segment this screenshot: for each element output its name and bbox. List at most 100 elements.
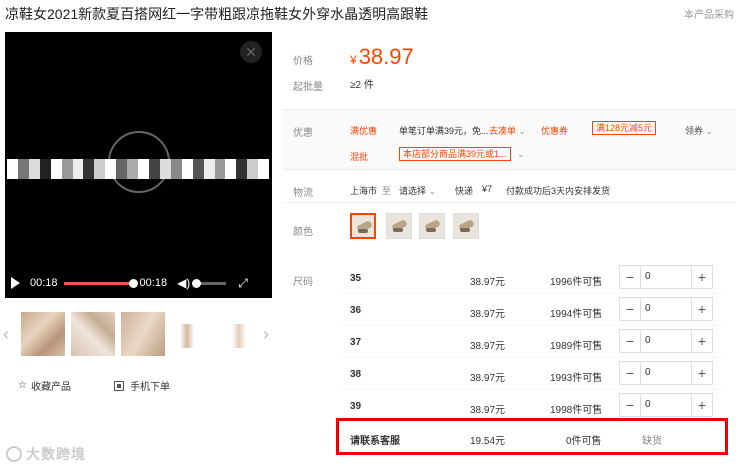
mobile-order-button[interactable]: 手机下单 (114, 378, 170, 393)
claim-coupon-link[interactable]: 领券 ⌄ (685, 124, 713, 137)
plus-icon[interactable]: + (692, 397, 712, 413)
volume-icon[interactable]: ◀) (177, 276, 190, 290)
qr-code-icon (114, 380, 124, 391)
coupon-box[interactable]: 满128元减5元 (592, 121, 657, 135)
promo-description: 单笔订单满39元，免... (399, 126, 489, 136)
video-controls: 00:18 00:18 ◀) ⤢ (5, 268, 272, 298)
promotions-label: 优惠 (293, 128, 313, 139)
progress-knob[interactable] (128, 278, 138, 288)
contact-stock: 0件可售 (566, 436, 602, 447)
promo-tag-full-discount: 满优惠 (350, 126, 378, 136)
size-row: 37 38.97元 1989件可售 − 0 + (340, 328, 725, 358)
play-icon[interactable] (11, 277, 20, 289)
contact-service-label: 请联系客服 (350, 436, 400, 447)
size-stock: 1994件可售 (550, 309, 603, 320)
thumbnail-strip: ‹ › (3, 312, 275, 358)
size-value: 37 (350, 337, 362, 348)
out-of-stock-status: 缺货 (642, 436, 662, 447)
size-row: 38 38.97元 1993件可售 − 0 + (340, 360, 725, 390)
logistics-origin: 上海市 (350, 186, 378, 196)
plus-icon[interactable]: + (692, 365, 712, 381)
minus-icon[interactable]: − (620, 365, 640, 381)
quantity-stepper[interactable]: − 0 + (619, 361, 713, 385)
watermark-logo-icon (6, 446, 22, 462)
size-value: 35 (350, 273, 362, 284)
quantity-stepper[interactable]: − 0 + (619, 393, 713, 417)
watermark: 大数跨境 (6, 444, 86, 464)
size-price: 38.97元 (470, 405, 506, 416)
size-price: 38.97元 (470, 341, 506, 352)
quantity-input[interactable]: 0 (640, 266, 692, 288)
price-value: ¥38.97 (350, 44, 414, 69)
destination-select[interactable]: 请选择 ⌄ (399, 184, 436, 197)
progress-fill (63, 281, 134, 285)
mixed-batch-box[interactable]: 本店部分商品满39元或1... ⌄ (399, 147, 525, 161)
size-stock: 1996件可售 (550, 277, 603, 288)
close-icon[interactable]: ✕ (240, 41, 262, 63)
size-value: 36 (350, 305, 362, 316)
blurred-caption (7, 159, 270, 179)
moq-value: ≥2 件 (350, 80, 374, 91)
progress-bar[interactable] (63, 278, 138, 288)
thumbnail-1[interactable] (21, 312, 65, 356)
volume-knob[interactable] (192, 278, 202, 288)
minus-icon[interactable]: − (620, 269, 640, 285)
time-total: 00:18 (139, 277, 168, 289)
minus-icon[interactable]: − (620, 333, 640, 349)
size-row: 35 38.97元 1996件可售 − 0 + (340, 264, 725, 294)
moq-label: 起批量 (293, 82, 323, 93)
plus-icon[interactable]: + (692, 301, 712, 317)
mobile-order-label: 手机下单 (130, 382, 170, 393)
thumbnail-4[interactable] (175, 324, 199, 348)
promo-link-add-items[interactable]: 去凑单 ⌄ (489, 124, 526, 137)
coupon-tag: 优惠券 (541, 126, 569, 136)
chevron-down-icon: ⌄ (518, 126, 527, 136)
minus-icon[interactable]: − (620, 301, 640, 317)
favorite-label: 收藏产品 (30, 382, 71, 393)
size-label: 尺码 (293, 277, 313, 288)
chevron-down-icon: ⌄ (517, 149, 525, 159)
chevron-left-icon[interactable]: ‹ (3, 324, 9, 345)
size-stock: 1989件可售 (550, 341, 603, 352)
quantity-stepper[interactable]: − 0 + (619, 265, 713, 289)
header-right-text: 本产品采购 (684, 10, 734, 21)
chevron-down-icon: ⌄ (705, 126, 714, 136)
color-swatch-2[interactable] (386, 213, 412, 239)
quantity-input[interactable]: 0 (640, 394, 692, 416)
thumbnail-3[interactable] (121, 312, 165, 356)
size-stock: 1998件可售 (550, 405, 603, 416)
thumbnail-2[interactable] (71, 312, 115, 356)
divider (283, 202, 736, 203)
thumbnail-5[interactable] (227, 324, 251, 348)
size-row: 36 38.97元 1994件可售 − 0 + (340, 296, 725, 326)
size-value: 38 (350, 369, 362, 380)
volume-bar[interactable] (192, 278, 227, 288)
color-swatch-3[interactable] (419, 213, 445, 239)
fullscreen-icon[interactable]: ⤢ (238, 276, 248, 291)
video-player[interactable]: ✕ 00:18 00:18 ◀) ⤢ (5, 32, 272, 298)
quantity-stepper[interactable]: − 0 + (619, 297, 713, 321)
plus-icon[interactable]: + (692, 269, 712, 285)
favorite-button[interactable]: ☆ 收藏产品 (18, 378, 71, 393)
plus-icon[interactable]: + (692, 333, 712, 349)
star-icon: ☆ (18, 380, 27, 391)
size-price: 38.97元 (470, 309, 506, 320)
shipping-method: 快递 (455, 186, 474, 196)
color-swatch-1[interactable] (350, 213, 376, 239)
logistics-label: 物流 (293, 188, 313, 199)
quantity-input[interactable]: 0 (640, 362, 692, 384)
size-stock: 1993件可售 (550, 373, 603, 384)
size-price: 38.97元 (470, 373, 506, 384)
minus-icon[interactable]: − (620, 397, 640, 413)
quantity-input[interactable]: 0 (640, 330, 692, 352)
size-value: 39 (350, 401, 362, 412)
contact-price: 19.54元 (470, 436, 506, 447)
mixed-batch-tag: 混批 (350, 152, 369, 162)
quantity-input[interactable]: 0 (640, 298, 692, 320)
quantity-stepper[interactable]: − 0 + (619, 329, 713, 353)
chevron-right-icon[interactable]: › (263, 324, 269, 345)
size-price: 38.97元 (470, 277, 506, 288)
logistics-to: 至 (382, 186, 392, 196)
color-swatch-4[interactable] (453, 213, 479, 239)
color-label: 颜色 (293, 227, 313, 238)
